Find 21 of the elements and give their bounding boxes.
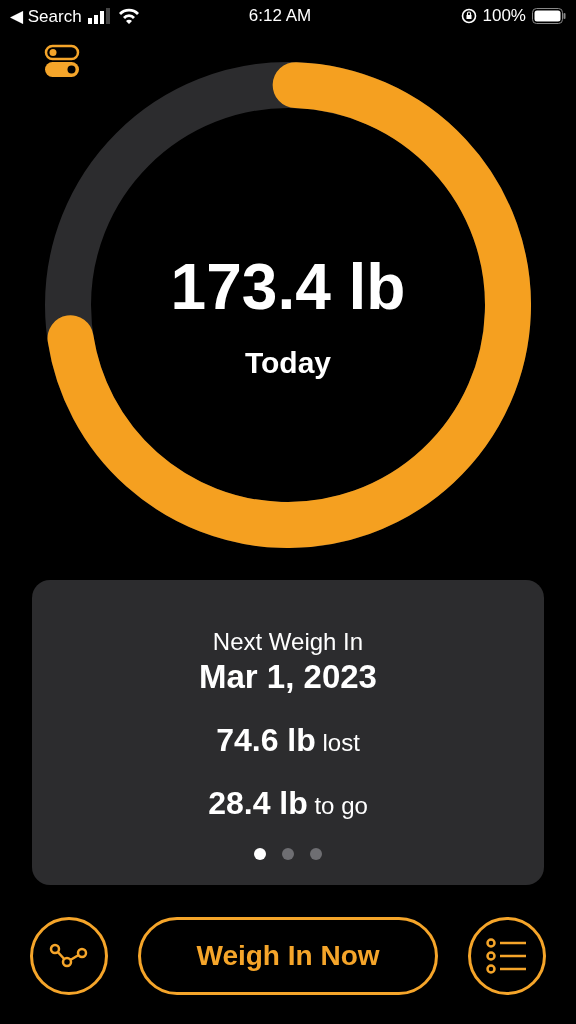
weight-label: Today	[244, 346, 332, 380]
weigh-in-date: Mar 1, 2023	[199, 658, 377, 696]
wifi-icon	[117, 8, 140, 24]
list-icon	[486, 938, 528, 974]
toggles-icon[interactable]	[44, 44, 80, 78]
weigh-in-button[interactable]: Weigh In Now	[138, 917, 438, 995]
battery-icon	[532, 8, 566, 24]
list-button[interactable]	[468, 917, 546, 995]
page-dot[interactable]	[254, 848, 266, 860]
page-dot[interactable]	[282, 848, 294, 860]
card-title: Next Weigh In	[212, 628, 364, 656]
clock-time: 6:12 AM	[248, 6, 312, 26]
battery-percent: 100%	[482, 6, 526, 26]
back-link[interactable]: ◀ Search	[10, 5, 82, 27]
rotation-lock-icon	[460, 8, 477, 24]
page-dot[interactable]	[310, 848, 322, 860]
weight-value: 173.4 lb	[170, 250, 406, 324]
stat-text: 28.4 lb to go	[208, 785, 368, 822]
signal-icon	[87, 8, 112, 24]
stat-text: 74.6 lb lost	[216, 722, 360, 759]
chart-button[interactable]	[30, 917, 108, 995]
